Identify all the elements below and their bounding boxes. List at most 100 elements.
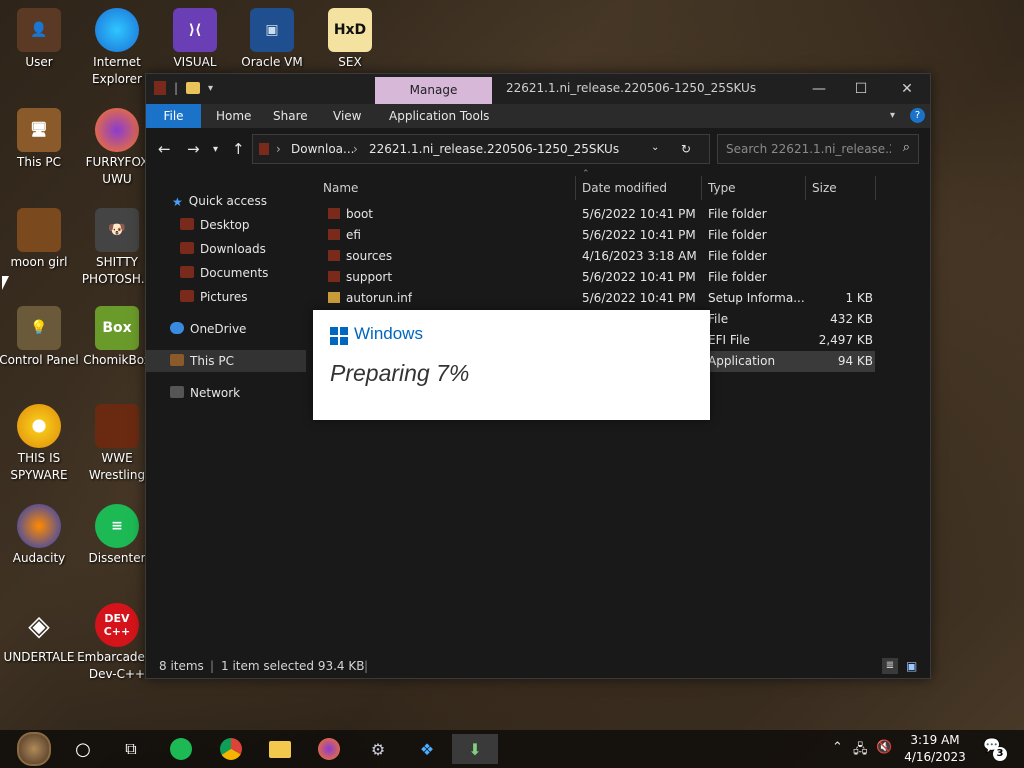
desktop-icon-user[interactable]: 👤 User (0, 8, 79, 71)
folder-icon[interactable] (186, 82, 201, 94)
nav-label: Network (190, 386, 241, 400)
app-icon (154, 81, 166, 95)
nav-label: Desktop (200, 218, 250, 232)
desktop-icon-audacity[interactable]: Audacity (0, 504, 79, 567)
hxd-icon: HxD (328, 8, 372, 52)
desktop-icon-spyware[interactable]: THIS IS SPYWARE (0, 404, 79, 484)
search-icon: ⌕ (902, 140, 910, 155)
setup-taskbar-icon[interactable]: ⬇ (452, 734, 498, 764)
file-type: Application (708, 354, 776, 368)
nav-pictures[interactable]: Pictures (180, 286, 248, 308)
desktop-icon-label: Control Panel (0, 353, 79, 367)
breadcrumb-separator-icon: › (353, 142, 358, 156)
nav-network[interactable]: Network (170, 382, 240, 404)
desktop-icon-control-panel[interactable]: 💡 Control Panel (0, 306, 79, 369)
recent-locations-icon[interactable]: ▾ (213, 144, 218, 155)
separator: | (174, 81, 179, 95)
gimp-icon: 🐶 (95, 208, 139, 252)
nav-this-pc[interactable]: This PC (146, 350, 306, 372)
minimize-icon[interactable]: — (807, 79, 831, 99)
chrome-taskbar-icon[interactable] (216, 734, 246, 764)
refresh-icon[interactable]: ↻ (681, 142, 691, 156)
start-button[interactable] (14, 732, 54, 766)
search-taskbar-icon[interactable]: ○ (68, 734, 98, 764)
desktop-icon-oracle-vm[interactable]: ▣ Oracle VM (232, 8, 312, 71)
network-status-icon[interactable]: 🖧 (853, 740, 868, 762)
column-header-name[interactable]: Name (317, 176, 576, 200)
volume-muted-icon[interactable]: 🔇 (876, 740, 892, 755)
desktop-icon-label: moon girl (10, 255, 68, 269)
file-row[interactable]: boot 5/6/2022 10:41 PM File folder (320, 204, 875, 225)
nav-label: Downloads (200, 242, 266, 256)
status-bar: 8 items | 1 item selected 93.4 KB | ≣ ▣ (146, 656, 930, 678)
image-file-icon (17, 208, 61, 252)
file-row[interactable]: sources 4/16/2023 3:18 AM File folder (320, 246, 875, 267)
file-name: sources (328, 249, 392, 263)
notification-count-badge: 3 (993, 747, 1007, 761)
nav-documents[interactable]: Documents (180, 262, 268, 284)
address-dropdown-icon[interactable]: ⌄ (651, 142, 659, 153)
show-hidden-icons-icon[interactable]: ⌃ (832, 740, 843, 755)
folder-icon (328, 229, 340, 240)
desktop-icon-undertale[interactable]: ◈ UNDERTALE (0, 603, 79, 666)
file-date: 5/6/2022 10:41 PM (582, 207, 696, 221)
desktop-icon-sex[interactable]: HxD SEX (310, 8, 390, 71)
file-explorer-taskbar-icon[interactable] (265, 734, 295, 764)
tab-application-tools[interactable]: Application Tools (389, 104, 489, 128)
nav-desktop[interactable]: Desktop (180, 214, 250, 236)
desktop-icon-visual-studio[interactable]: ⟩⟨ VISUAL (155, 8, 235, 71)
column-header-date[interactable]: Date modified (576, 176, 702, 200)
file-row[interactable]: efi 5/6/2022 10:41 PM File folder (320, 225, 875, 246)
column-header-type[interactable]: Type (702, 176, 806, 200)
breadcrumb-current[interactable]: 22621.1.ni_release.220506-1250_25SKUs (369, 142, 619, 156)
details-view-icon[interactable]: ≣ (882, 658, 898, 674)
app-taskbar-icon[interactable]: ❖ (412, 734, 442, 764)
notification-center-icon[interactable]: 💬 3 (983, 738, 1007, 761)
close-icon[interactable]: ✕ (895, 79, 919, 99)
desktop-icon-label: SEX (338, 55, 362, 69)
user-icon: 👤 (17, 8, 61, 52)
file-type: File folder (708, 207, 767, 221)
tab-file[interactable]: File (146, 104, 201, 128)
settings-file-icon (328, 292, 340, 303)
tab-view[interactable]: View (333, 104, 361, 128)
nav-label: Quick access (188, 194, 267, 208)
manage-context-tab[interactable]: Manage (375, 77, 492, 104)
tab-home[interactable]: Home (216, 104, 251, 128)
breadcrumb-parent[interactable]: Downloa... (291, 142, 354, 156)
desktop-icon-moon-girl[interactable]: moon girl (0, 208, 79, 271)
clock-time: 3:19 AM (910, 733, 960, 747)
task-view-icon[interactable]: ⧉ (116, 734, 146, 764)
title-bar[interactable]: | ▾ Manage 22621.1.ni_release.220506-125… (146, 74, 930, 104)
forward-arrow-icon[interactable]: → (187, 140, 200, 158)
back-arrow-icon[interactable]: ← (158, 140, 171, 158)
column-header-size[interactable]: Size (806, 176, 876, 200)
file-date: 5/6/2022 10:41 PM (582, 228, 696, 242)
folder-icon (328, 250, 340, 261)
tab-share[interactable]: Share (273, 104, 308, 128)
firefox-taskbar-icon[interactable] (314, 734, 344, 764)
navigation-pane: ★ Quick access Desktop Downloads Document… (146, 170, 306, 656)
system-clock[interactable]: 3:19 AM 4/16/2023 (900, 732, 970, 766)
address-bar[interactable]: › Downloa... › 22621.1.ni_release.220506… (252, 134, 710, 164)
help-icon[interactable]: ? (910, 108, 925, 123)
control-panel-taskbar-icon[interactable]: ⚙ (363, 734, 393, 764)
dissenter-taskbar-icon[interactable] (166, 734, 196, 764)
up-arrow-icon[interactable]: ↑ (232, 140, 245, 158)
nav-onedrive[interactable]: OneDrive (170, 318, 246, 340)
customize-toolbar-icon[interactable]: ▾ (208, 83, 213, 94)
expand-ribbon-icon[interactable]: ▾ (890, 104, 895, 128)
file-row[interactable]: autorun.inf 5/6/2022 10:41 PM Setup Info… (320, 288, 875, 309)
search-placeholder: Search 22621.1.ni_release.2... (726, 142, 891, 156)
file-type: Setup Informa... (708, 291, 805, 305)
desktop-icon-label: Audacity (12, 551, 66, 565)
nav-quick-access[interactable]: ★ Quick access (172, 190, 267, 212)
maximize-icon[interactable]: ☐ (849, 79, 873, 99)
large-icons-view-icon[interactable]: ▣ (906, 659, 917, 673)
file-row[interactable]: support 5/6/2022 10:41 PM File folder (320, 267, 875, 288)
file-name: support (328, 270, 392, 284)
desktop-icon-this-pc[interactable]: 🖥 This PC (0, 108, 79, 171)
windows-logo-icon (330, 327, 348, 345)
nav-downloads[interactable]: Downloads (180, 238, 266, 260)
search-box[interactable]: Search 22621.1.ni_release.2... ⌕ (717, 134, 919, 164)
